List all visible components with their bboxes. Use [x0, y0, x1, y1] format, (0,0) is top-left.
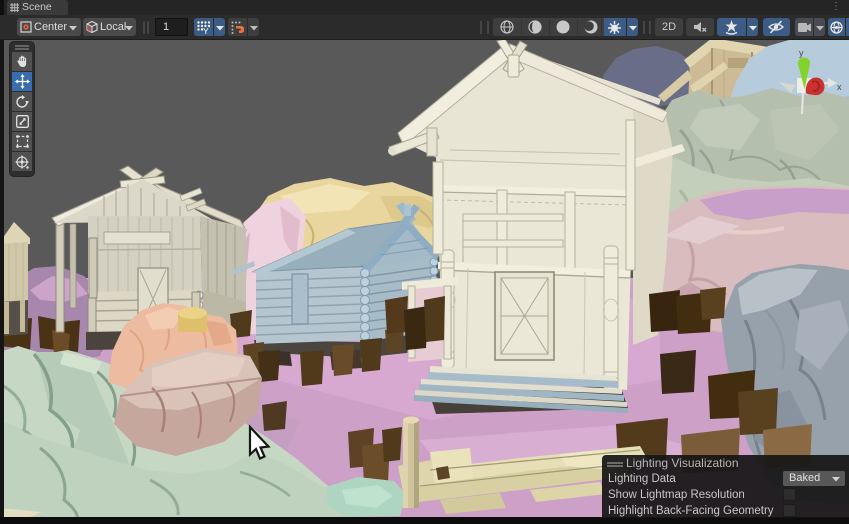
svg-text:x: x [837, 82, 842, 92]
svg-text:y: y [799, 48, 804, 58]
svg-text:Y: Y [203, 26, 209, 34]
